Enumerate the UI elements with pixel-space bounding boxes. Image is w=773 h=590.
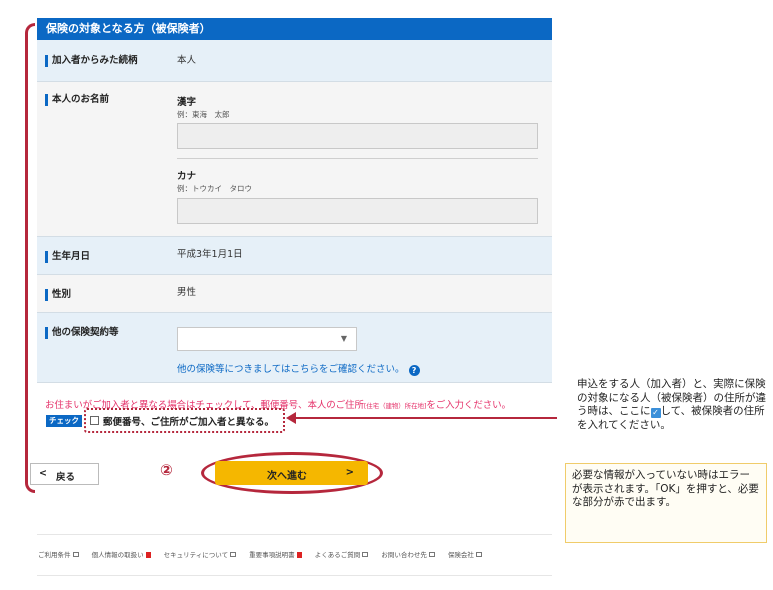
annotation-arrow-head [286,412,296,424]
address-different-checkbox[interactable] [90,416,99,425]
other-insurance-label: 他の保険契約等 [45,327,119,339]
check-badge: チェック [46,415,82,427]
footer-link-faq[interactable]: よくあるご質問 [315,551,369,559]
gender-label: 性別 [45,289,71,301]
other-insurance-select[interactable]: ▼ [177,327,357,351]
section-header: 保険の対象となる方（被保険者） [37,18,552,40]
row-other-insurance: 他の保険契約等 ▼ 他の保険等につきましてはこちらをご確認ください。? [37,313,552,383]
address-different-label[interactable]: 郵便番号、ご住所がご加入者と異なる。 [103,414,274,428]
footer-links: ご利用条件 個人情報の取扱い セキュリティについて 重要事項説明書 よくあるご質… [38,549,493,559]
footer-link-contact[interactable]: お問い合わせ先 [381,551,435,559]
chevron-down-icon: ▼ [340,334,347,343]
kana-name-input[interactable] [177,198,538,224]
birthdate-label: 生年月日 [45,251,90,263]
annotation-note-address: 申込をする人（加入者）と、実際に保険の対象になる人（被保険者）の住所が違う時は、… [577,378,766,431]
birthdate-value: 平成3年1月1日 [177,249,243,260]
footer-divider-top [37,534,552,535]
kanji-example: 例：東海 太郎 [177,110,230,119]
row-name: 本人のお名前 漢字 例：東海 太郎 カナ 例：トウカイ タロウ [37,82,552,237]
annotation-arrow-line [294,417,557,419]
relationship-value: 本人 [177,55,197,66]
gender-value: 男性 [177,287,197,298]
back-button-label: 戻る [56,472,76,483]
footer-divider-bottom [37,575,552,576]
external-link-icon [72,552,79,557]
other-insurance-info-link[interactable]: 他の保険等につきましてはこちらをご確認ください。? [177,361,420,376]
annotation-bracket [25,23,35,493]
pdf-icon [296,552,302,558]
next-button-label: 次へ進む [267,471,307,482]
external-link-icon [428,552,435,557]
footer-link-insurer[interactable]: 保険会社 [448,551,482,559]
footer-link-privacy[interactable]: 個人情報の取扱い [92,551,151,559]
step-marker: ② [160,461,173,479]
name-separator [177,158,538,159]
row-birthdate: 生年月日 平成3年1月1日 [37,237,552,275]
kanji-label: 漢字 [177,97,197,108]
checkmark-icon: ✓ [650,408,661,418]
external-link-icon [362,552,369,557]
name-label: 本人のお名前 [45,94,109,106]
relationship-label: 加入者からみた続柄 [45,55,138,67]
back-button[interactable]: < 戻る [30,463,99,485]
row-relationship: 加入者からみた続柄 本人 [37,40,552,82]
next-button[interactable]: 次へ進む > [215,461,368,485]
footer-link-terms[interactable]: ご利用条件 [38,551,79,559]
external-link-icon [475,552,482,557]
chevron-right-icon: > [345,467,354,478]
annotation-note-error: 必要な情報が入っていない時はエラーが表示されます。「OK」を押すと、必要な部分が… [565,463,767,543]
kana-example: 例：トウカイ タロウ [177,184,252,193]
kana-label: カナ [177,171,197,182]
kanji-name-input[interactable] [177,123,538,149]
footer-link-security[interactable]: セキュリティについて [164,551,237,559]
question-icon[interactable]: ? [408,365,420,376]
footer-link-important[interactable]: 重要事項説明書 [249,551,302,559]
external-link-icon [230,552,237,557]
chevron-left-icon: < [39,468,47,479]
row-gender: 性別 男性 [37,275,552,313]
pdf-icon [145,552,151,558]
